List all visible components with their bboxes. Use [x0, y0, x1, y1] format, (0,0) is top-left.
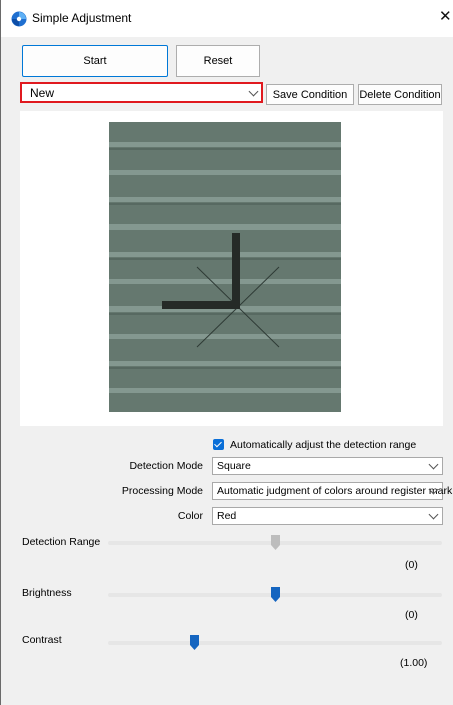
app-icon: [11, 11, 27, 27]
contrast-value: (1.00): [400, 657, 428, 669]
register-mark-preview: [109, 122, 341, 412]
chevron-down-icon: [428, 509, 439, 520]
brightness-slider-thumb[interactable]: [270, 587, 280, 602]
detection-mode-label: Detection Mode: [129, 460, 203, 472]
simple-adjustment-window: Simple Adjustment ✕ Start Reset New Save…: [0, 0, 453, 705]
color-value: Red: [217, 510, 237, 522]
detection-range-slider[interactable]: [108, 535, 442, 550]
detection-range-label: Detection Range: [22, 536, 101, 548]
contrast-label: Contrast: [22, 634, 62, 646]
condition-select[interactable]: New: [20, 82, 263, 103]
contrast-slider[interactable]: [108, 635, 442, 650]
start-button[interactable]: Start: [22, 45, 168, 77]
detection-mode-select[interactable]: Square: [212, 457, 443, 475]
chevron-down-icon: [248, 86, 259, 97]
processing-mode-label: Processing Mode: [121, 485, 203, 497]
brightness-value: (0): [405, 609, 418, 621]
camera-preview-image: [109, 122, 341, 412]
brightness-label: Brightness: [22, 587, 72, 599]
save-condition-button[interactable]: Save Condition: [266, 84, 354, 105]
detection-range-value: (0): [405, 559, 418, 571]
delete-condition-button[interactable]: Delete Condition: [358, 84, 442, 105]
color-select[interactable]: Red: [212, 507, 443, 525]
title-bar: Simple Adjustment ✕: [1, 0, 453, 37]
detection-mode-value: Square: [217, 460, 251, 472]
detection-range-slider-thumb[interactable]: [270, 535, 280, 550]
processing-mode-select[interactable]: Automatic judgment of colors around regi…: [212, 482, 452, 500]
processing-mode-value: Automatic judgment of colors around regi…: [217, 485, 453, 497]
color-label: Color: [177, 510, 203, 522]
auto-adjust-checkbox[interactable]: [213, 439, 224, 450]
close-icon[interactable]: ✕: [439, 7, 452, 25]
contrast-slider-thumb[interactable]: [190, 635, 200, 650]
auto-adjust-label: Automatically adjust the detection range: [230, 439, 417, 451]
condition-select-value: New: [30, 86, 55, 100]
chevron-down-icon: [428, 459, 439, 470]
window-title: Simple Adjustment: [32, 11, 132, 25]
reset-button[interactable]: Reset: [176, 45, 260, 77]
brightness-slider[interactable]: [108, 587, 442, 602]
